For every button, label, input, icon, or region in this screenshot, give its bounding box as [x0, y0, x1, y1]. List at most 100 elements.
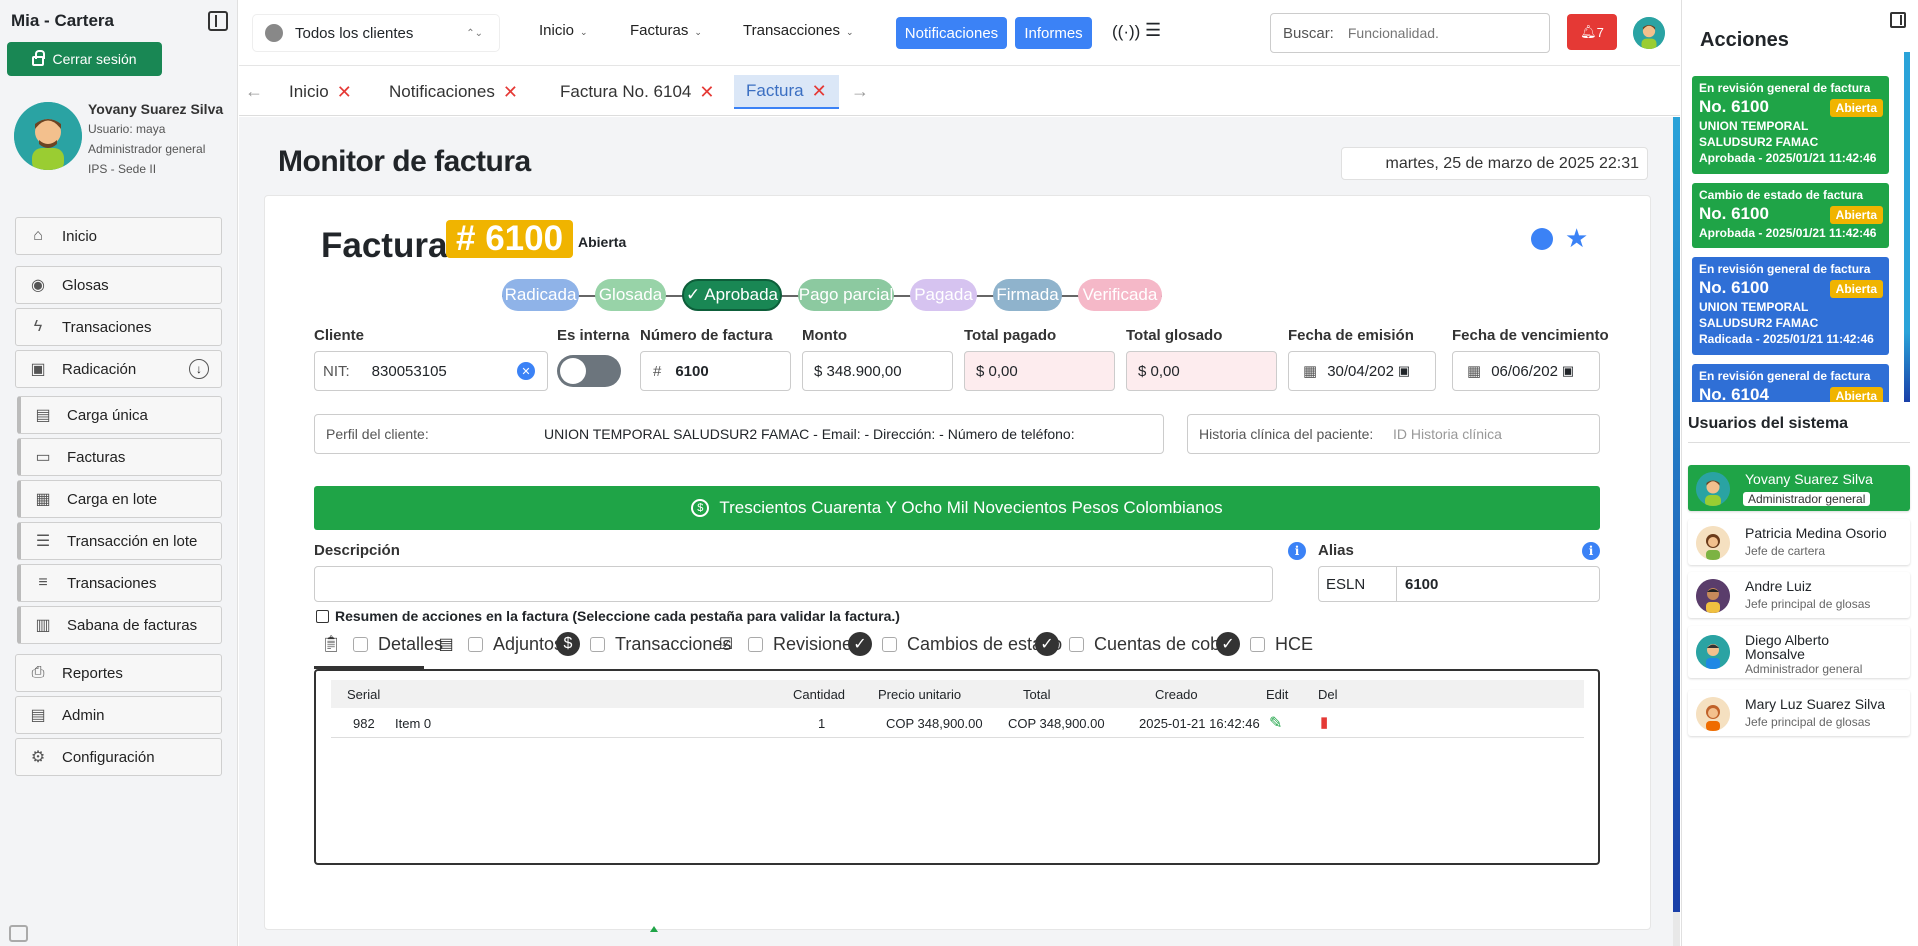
tab-hce[interactable]: ✓ HCE — [1216, 621, 1313, 667]
broadcast-icon[interactable]: ((·)) — [1112, 22, 1140, 42]
sidebar-item-transaciones-2[interactable]: ≡ Transaciones — [17, 564, 222, 602]
step-pagada[interactable]: Pagada — [910, 279, 977, 311]
menu-facturas[interactable]: Facturas ⌄ — [630, 22, 702, 39]
tab-checkbox[interactable] — [748, 636, 763, 652]
search-input[interactable] — [1347, 25, 1528, 41]
sidebar-item-admin[interactable]: ▤ Admin — [15, 696, 222, 734]
sidebar-collapse-icon[interactable] — [208, 11, 228, 31]
pagado-field[interactable]: $ 0,00 — [964, 351, 1115, 391]
sidebar-item-reportes[interactable]: ⎙ Reportes — [15, 654, 222, 692]
tab-notificaciones[interactable]: Notificaciones ✕ — [389, 75, 518, 109]
client-select[interactable]: Todos los clientes ⌃⌄ — [253, 15, 499, 51]
lifebuoy-icon[interactable] — [1531, 228, 1553, 250]
info-icon[interactable]: i — [1582, 542, 1600, 560]
sidebar-item-sabana[interactable]: ▥ Sabana de facturas — [17, 606, 222, 644]
accion-card[interactable]: En revisión general de factura No. 6100 … — [1692, 76, 1889, 174]
numero-field[interactable]: # 6100 — [640, 351, 791, 391]
info-icon[interactable]: i — [1288, 542, 1306, 560]
step-verificada[interactable]: Verificada — [1078, 279, 1162, 311]
arrow-right-icon[interactable]: → — [851, 81, 869, 102]
tab-revisiones[interactable]: ☑ Revisiones — [714, 621, 861, 667]
scrollbar-thumb[interactable] — [1904, 52, 1910, 402]
clear-icon[interactable]: ✕ — [517, 362, 535, 380]
notifications-bell-button[interactable]: 🔔︎ 7 — [1567, 14, 1617, 50]
historia-field[interactable]: Historia clínica del paciente: ID Histor… — [1187, 414, 1600, 454]
step-radicada[interactable]: Radicada — [502, 279, 579, 311]
arrow-left-icon[interactable]: ← — [245, 81, 263, 102]
pencil-icon[interactable]: ✎ — [1269, 713, 1282, 733]
menu-label: Transacciones — [743, 22, 840, 39]
search-list-icon[interactable]: ☰ — [1145, 20, 1161, 41]
tab-checkbox[interactable] — [1069, 636, 1084, 652]
calendar-picker-icon[interactable]: ▣ — [1398, 363, 1410, 379]
client-select-value: Todos los clientes — [295, 24, 414, 42]
tab-detalles[interactable]: 📋︎ Detalles — [319, 621, 443, 667]
tab-factura[interactable]: Factura ✕ — [734, 75, 839, 109]
monto-field[interactable]: $ 348.900,00 — [802, 351, 953, 391]
tab-cambios-estado[interactable]: ✓ Cambios de estado — [848, 621, 1062, 667]
trash-icon[interactable]: ▮ — [1320, 713, 1328, 731]
tab-checkbox[interactable] — [590, 636, 605, 652]
user-card[interactable]: Patricia Medina Osorio Jefe de cartera — [1688, 519, 1910, 565]
sidebar-item-transaciones[interactable]: ϟ Transaciones — [15, 308, 222, 346]
close-icon[interactable]: ✕ — [812, 81, 827, 102]
tab-adjuntos[interactable]: ▤ Adjuntos — [434, 621, 563, 667]
sidebar-item-configuracion[interactable]: ⚙ Configuración — [15, 738, 222, 776]
nit-field[interactable]: NIT: 830053105 ✕ — [314, 351, 548, 391]
glosado-field[interactable]: $ 0,00 — [1126, 351, 1277, 391]
avatar[interactable] — [1633, 17, 1665, 49]
close-icon[interactable]: ✕ — [699, 82, 714, 103]
step-pago-parcial[interactable]: Pago parcial — [798, 279, 894, 311]
panel-collapse-icon[interactable] — [1890, 12, 1906, 28]
tab-cuentas-cobro[interactable]: ✓ Cuentas de cobro — [1035, 621, 1236, 667]
descripcion-input[interactable] — [314, 566, 1273, 602]
informes-button[interactable]: Informes — [1015, 17, 1092, 49]
tab-inicio[interactable]: Inicio ✕ — [289, 75, 352, 109]
cliente-label: Cliente — [314, 327, 365, 344]
tab-checkbox[interactable] — [1250, 636, 1265, 652]
menu-transacciones[interactable]: Transacciones ⌄ — [743, 22, 854, 39]
step-firmada[interactable]: Firmada — [993, 279, 1062, 311]
sidebar-item-transaccion-lote[interactable]: ☰ Transacción en lote — [17, 522, 222, 560]
emision-field[interactable]: ▦ 30/04/202 ▣ — [1288, 351, 1436, 391]
interna-toggle[interactable] — [557, 355, 621, 387]
tab-transacciones[interactable]: $ Transacciones — [556, 621, 731, 667]
calendar-picker-icon[interactable]: ▣ — [1562, 363, 1574, 379]
accion-card[interactable]: En revisión general de factura No. 6100 … — [1692, 257, 1889, 355]
user-card[interactable]: Yovany Suarez Silva Administrador genera… — [1688, 465, 1910, 511]
table-row[interactable]: 982 Item 0 1 COP 348,900.00 COP 348,900.… — [331, 708, 1584, 738]
close-icon[interactable]: ✕ — [503, 82, 518, 103]
main-scrollbar[interactable] — [1673, 117, 1680, 946]
tab-checkbox[interactable] — [468, 636, 483, 652]
caret-up-icon[interactable] — [650, 926, 658, 932]
bell-icon: 🔔︎ — [1580, 24, 1597, 39]
close-icon[interactable]: ✕ — [337, 82, 352, 103]
menu-inicio[interactable]: Inicio ⌄ — [539, 22, 588, 39]
tab-checkbox[interactable] — [353, 636, 368, 652]
tab-factura-6104[interactable]: Factura No. 6104 ✕ — [560, 75, 714, 109]
acciones-scrollbar[interactable] — [1904, 52, 1910, 402]
sidebar-item-carga-lote[interactable]: ▦ Carga en lote — [17, 480, 222, 518]
sidebar-item-facturas[interactable]: ▭ Facturas — [17, 438, 222, 476]
user-card[interactable]: Andre Luiz Jefe principal de glosas — [1688, 572, 1910, 618]
sidebar-item-inicio[interactable]: ⌂ Inicio — [15, 217, 222, 255]
vencimiento-field[interactable]: ▦ 06/06/202 ▣ — [1452, 351, 1600, 391]
scrollbar-thumb[interactable] — [1673, 117, 1680, 912]
logout-button[interactable]: Cerrar sesión — [7, 42, 162, 76]
sidebar-item-glosas[interactable]: ◉ Glosas — [15, 266, 222, 304]
user-card[interactable]: Diego Alberto Monsalve Administrador gen… — [1688, 626, 1910, 678]
archive-icon[interactable] — [9, 925, 28, 942]
file-plus-icon: ▤ — [438, 636, 454, 653]
alias-field[interactable]: ESLN 6100 — [1318, 566, 1600, 602]
accion-card[interactable]: Cambio de estado de factura No. 6100 Abi… — [1692, 183, 1889, 248]
sidebar-item-radicacion[interactable]: ▣ Radicación ↓ — [15, 350, 222, 388]
user-card[interactable]: Mary Luz Suarez Silva Jefe principal de … — [1688, 690, 1910, 736]
step-glosada[interactable]: Glosada — [595, 279, 666, 311]
chevron-down-icon[interactable]: ↓ — [189, 359, 209, 379]
sidebar-item-carga-unica[interactable]: ▤ Carga única — [17, 396, 222, 434]
step-aprobada[interactable]: ✓ Aprobada — [682, 279, 782, 311]
tab-checkbox[interactable] — [882, 636, 897, 652]
star-icon[interactable]: ★ — [1565, 223, 1588, 254]
accion-card[interactable]: En revisión general de factura No. 6104 … — [1692, 364, 1889, 402]
notificaciones-button[interactable]: Notificaciones — [896, 17, 1007, 49]
